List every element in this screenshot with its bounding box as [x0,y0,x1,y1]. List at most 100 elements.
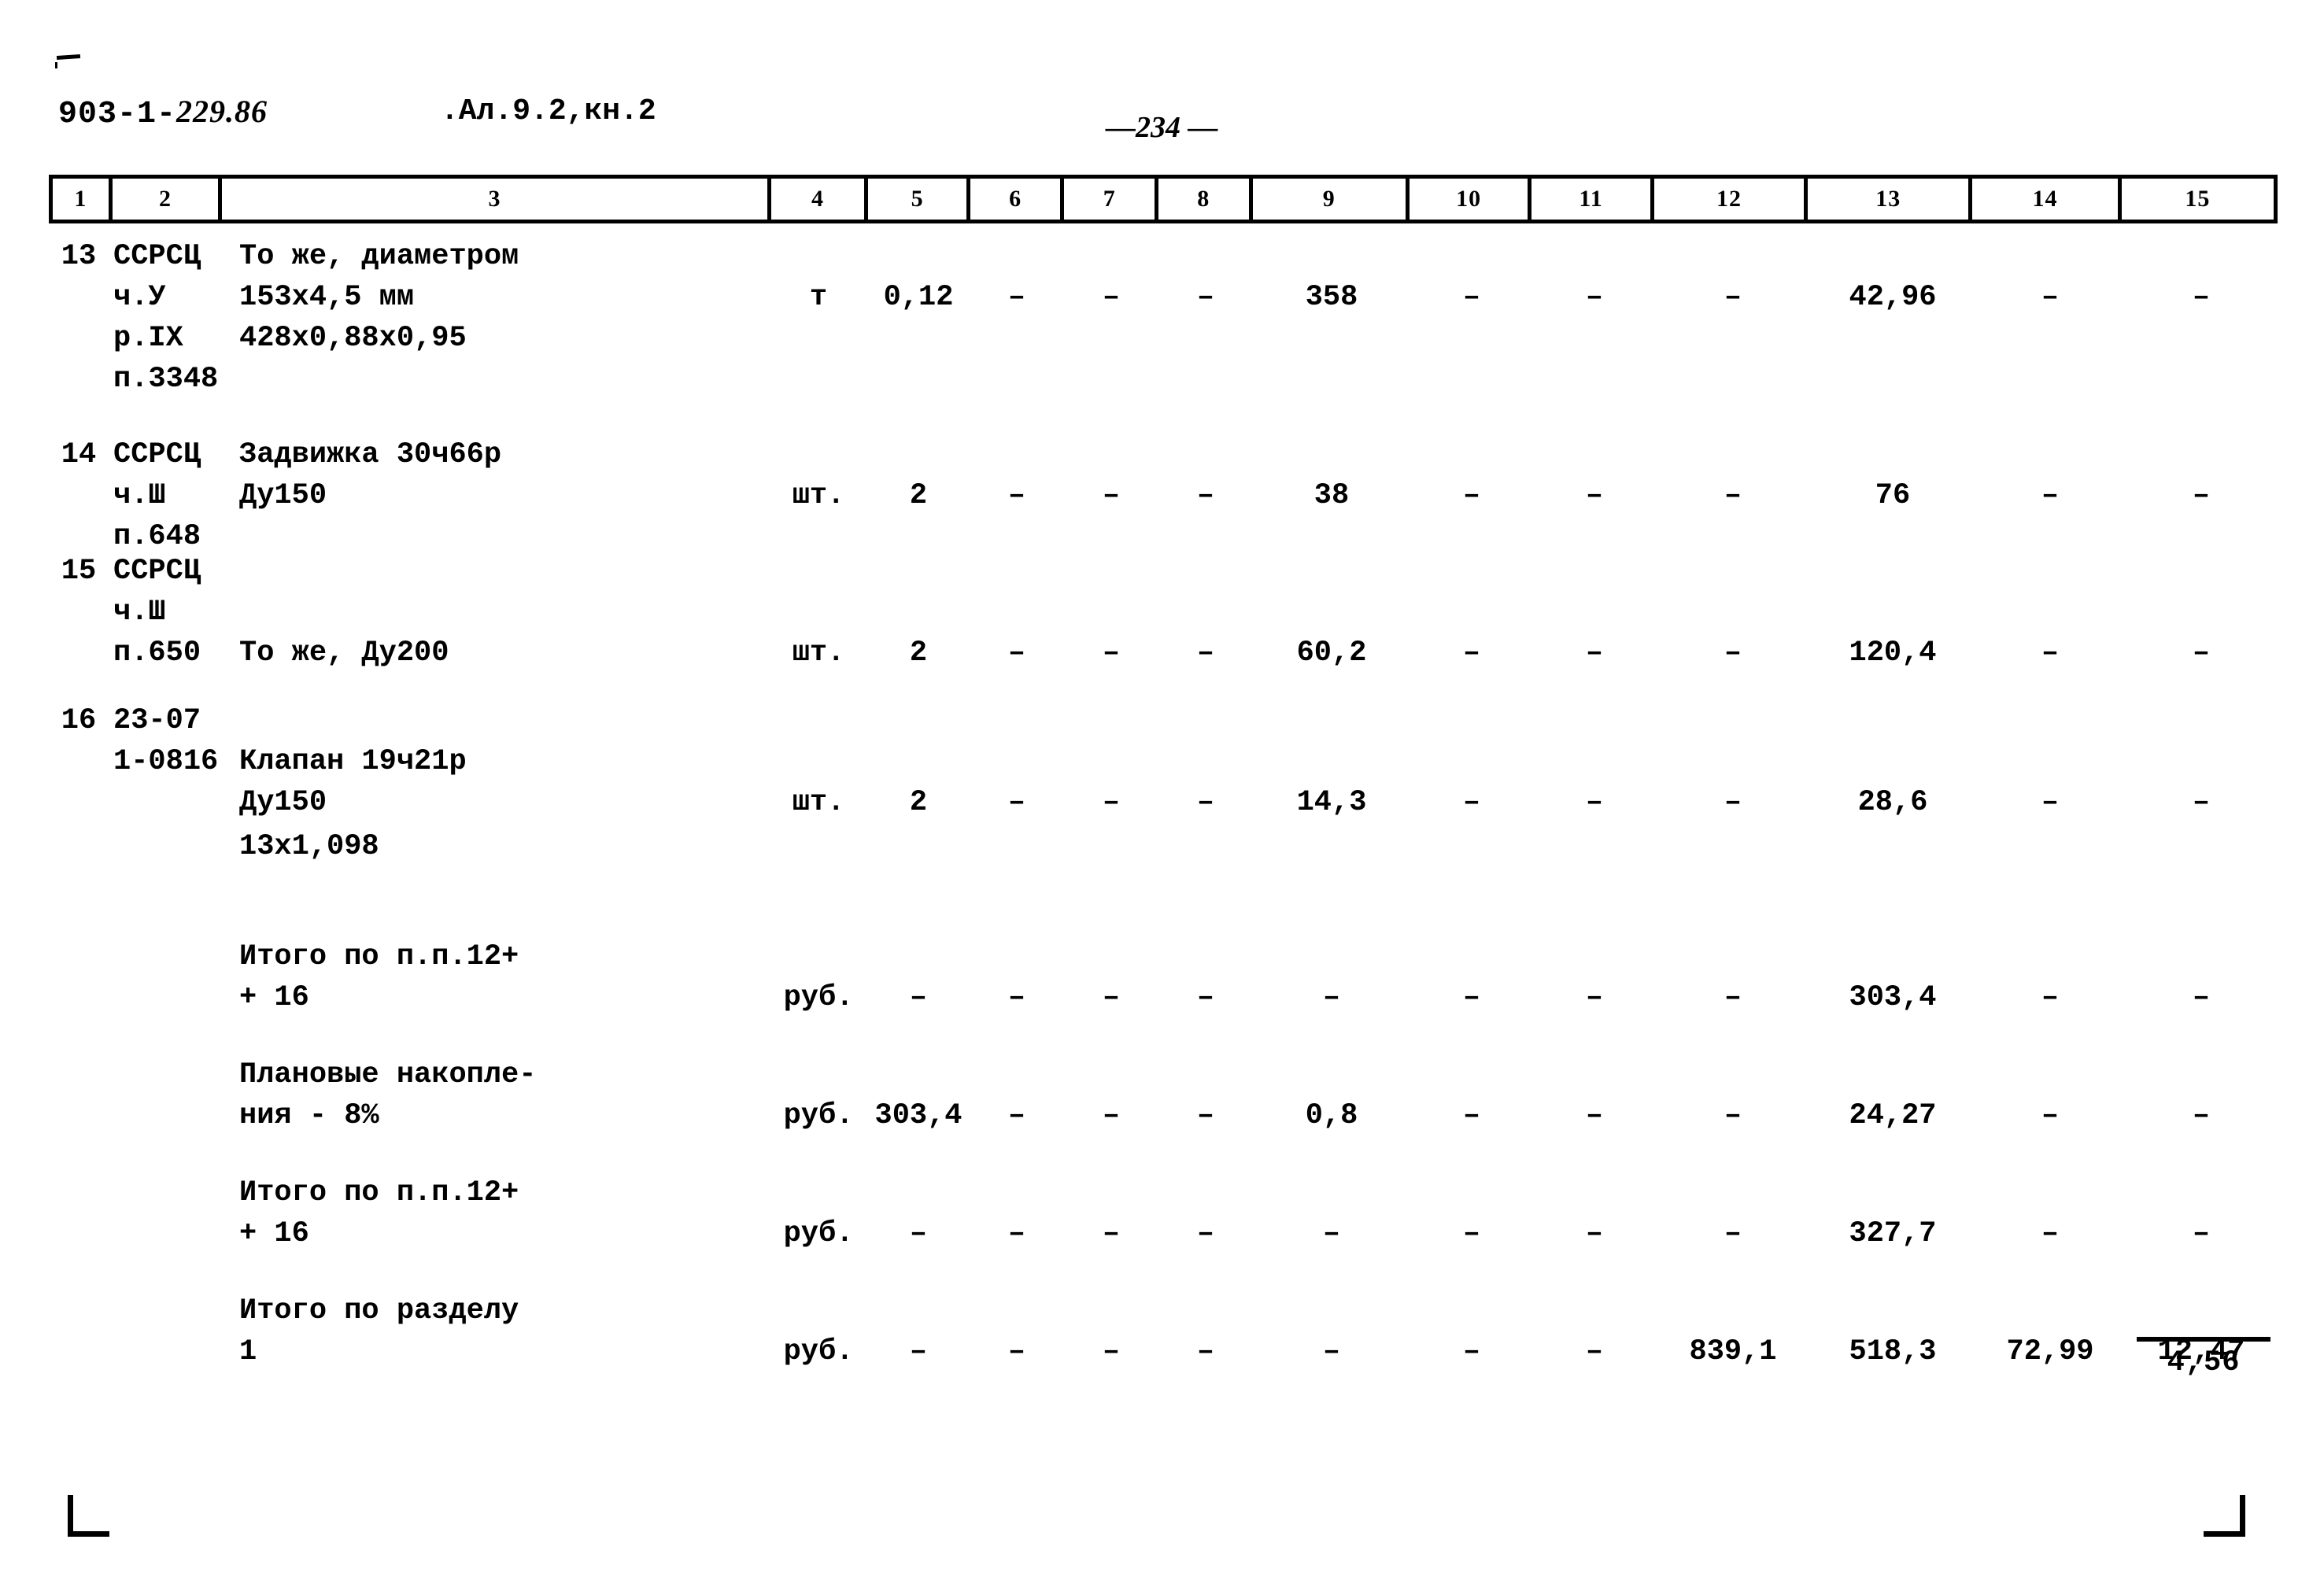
column-number-6: 6 [970,179,1065,220]
column-number-2: 2 [113,179,223,220]
row-col6: – [1007,281,1026,314]
column-number-10: 10 [1410,179,1532,220]
row-col8: – [1196,281,1215,314]
row-col12: – [1724,786,1742,819]
row-col8: – [1196,479,1215,512]
row-col11: – [1585,479,1604,512]
page-number: —234 — [1106,111,1218,144]
row-unit: шт. [792,637,845,670]
summary-col13: 303,4 [1849,981,1937,1014]
row-col13: 120,4 [1849,637,1937,670]
summary-label: Итого по п.п.12+ + 16 [239,940,519,1014]
row-col7: – [1102,786,1121,819]
row-col12: – [1724,281,1742,314]
row-col14: – [2041,479,2060,512]
grand-total-fraction: 4,56 [2125,1334,2282,1379]
summary-unit: руб. [783,1099,854,1132]
table-column-header: 1 2 3 4 5 6 7 8 9 10 11 12 13 14 15 [49,175,2278,223]
summary-unit: руб. [783,1335,854,1368]
registration-mark-bottom-left [68,1495,109,1537]
row-col8: – [1196,786,1215,819]
summary-col11: – [1585,981,1604,1014]
summary-col12: 839,1 [1689,1335,1777,1368]
row-col6: – [1007,479,1026,512]
column-number-14: 14 [1972,179,2122,220]
row-item-number: 15 [61,555,97,588]
summary-col7: – [1102,1335,1121,1368]
row-unit: шт. [792,479,845,512]
row-norm-code: ССРСЦ ч.У р.IX п.3348 [113,240,219,396]
row-col12: – [1724,479,1742,512]
summary-col8: – [1196,1099,1215,1132]
album-reference: .Ал.9.2,кн.2 [441,94,656,128]
row-col7: – [1102,637,1121,670]
summary-col9: – [1322,1335,1341,1368]
summary-col13: 24,27 [1849,1099,1937,1132]
row-col7: – [1102,281,1121,314]
registration-mark-bottom-right [2204,1495,2245,1537]
summary-label: Итого по разделу 1 [239,1294,519,1368]
summary-col11: – [1585,1217,1604,1250]
summary-col10: – [1462,1099,1481,1132]
summary-unit: руб. [783,1217,854,1250]
row-col15: – [2192,479,2211,512]
row-col15: – [2192,786,2211,819]
row-col6: – [1007,637,1026,670]
summary-col11: – [1585,1099,1604,1132]
row-norm-code: ССРСЦ ч.Ш п.650 [113,555,201,670]
summary-col15: – [2192,981,2211,1014]
row-col14: – [2041,637,2060,670]
summary-col6: – [1007,1217,1026,1250]
table-row: 13 ССРСЦ ч.У р.IX п.3348 То же, диаметро… [49,236,2278,400]
document-code-prefix: 903-1- [58,97,177,132]
row-col5: 2 [909,479,928,512]
summary-col11: – [1585,1335,1604,1368]
row-col6: – [1007,786,1026,819]
summary-col5: – [909,1217,928,1250]
row-col12: – [1724,637,1742,670]
summary-row: Итого по п.п.12+ + 16 руб. – – – – – – –… [49,1172,2278,1254]
summary-col7: – [1102,1099,1121,1132]
column-number-13: 13 [1808,179,1973,220]
column-number-9: 9 [1253,179,1410,220]
column-number-15: 15 [2185,186,2211,212]
row-col9: 358 [1305,281,1358,314]
summary-col15: – [2192,1099,2211,1132]
row-col5: 2 [909,637,928,670]
summary-col12: – [1724,1217,1742,1250]
row-description: Задвижка 30ч66р Ду150 [239,438,502,512]
column-number-8: 8 [1158,179,1253,220]
document-page: 903-1-229.86 .Ал.9.2,кн.2 —234 — 1 2 3 4… [0,0,2324,1580]
summary-col14: 72,99 [2006,1335,2094,1368]
row-col9: 14,3 [1296,786,1367,819]
summary-col9: – [1322,1217,1341,1250]
summary-col13: 518,3 [1849,1335,1937,1368]
row-col14: – [2041,281,2060,314]
row-description: То же, Ду200 [239,637,449,670]
row-item-number: 13 [61,240,97,273]
row-col8: – [1196,637,1215,670]
scan-artifact-mark [56,54,81,61]
summary-col6: – [1007,981,1026,1014]
row-col15: – [2192,637,2211,670]
summary-col14: – [2041,1217,2060,1250]
summary-col10: – [1462,981,1481,1014]
row-description-secondary: 13х1,098 [239,830,379,863]
row-col10: – [1462,637,1481,670]
row-col7: – [1102,479,1121,512]
summary-col10: – [1462,1335,1481,1368]
summary-col8: – [1196,1217,1215,1250]
row-col5: 2 [909,786,928,819]
summary-col9: 0,8 [1305,1099,1358,1132]
summary-col14: – [2041,1099,2060,1132]
row-col11: – [1585,786,1604,819]
column-number-5: 5 [868,179,970,220]
summary-col7: – [1102,1217,1121,1250]
row-item-number: 14 [61,438,97,471]
fraction-bar [2137,1337,2270,1342]
summary-label: Итого по п.п.12+ + 16 [239,1176,519,1250]
summary-row: Плановые накопле- ния - 8% руб. 303,4 – … [49,1054,2278,1136]
column-number-4: 4 [771,179,869,220]
document-code-suffix: 229.86 [176,94,268,129]
summary-col9: – [1322,981,1341,1014]
